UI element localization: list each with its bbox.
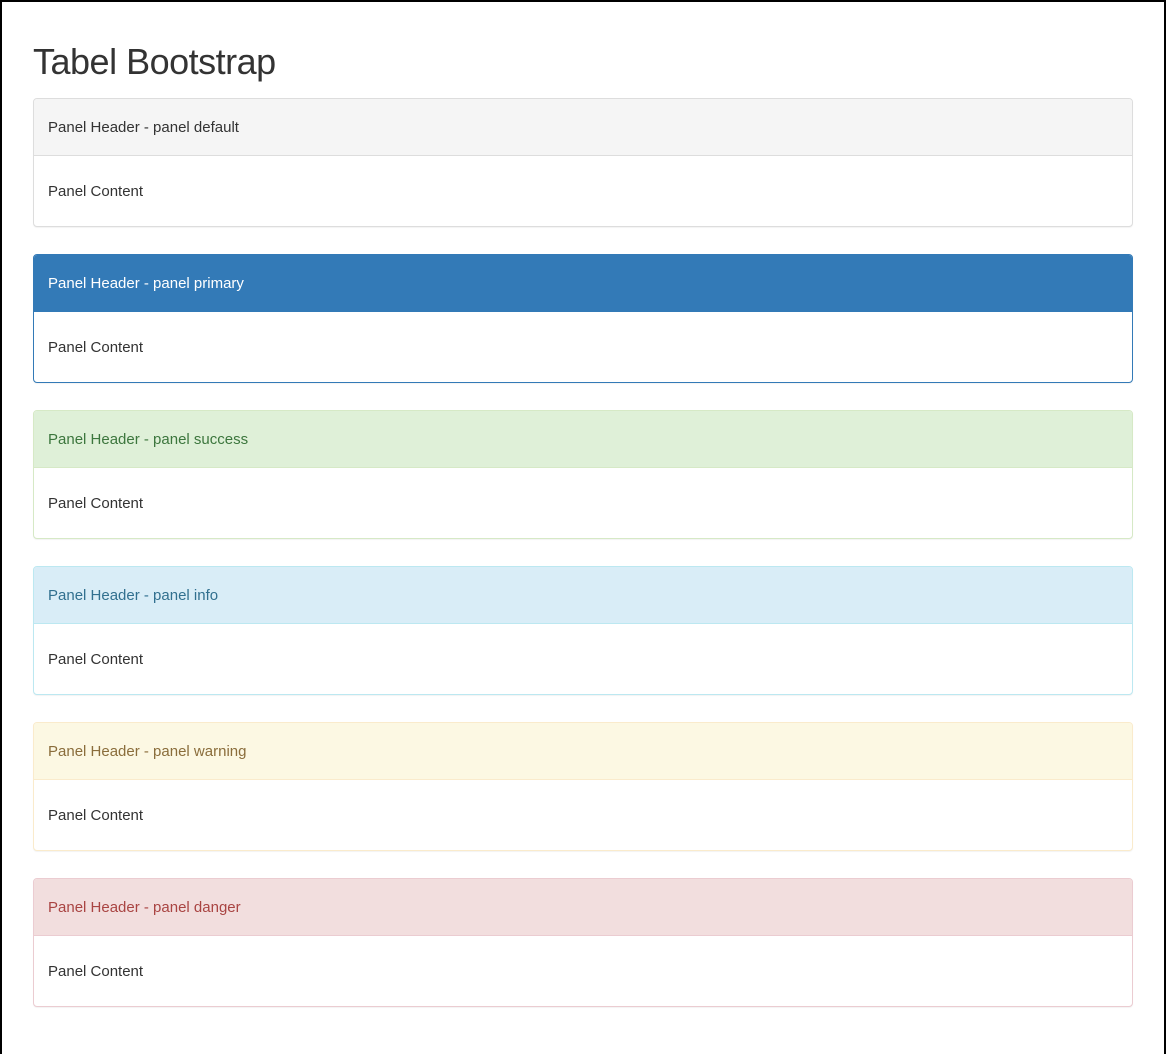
panel-danger: Panel Header - panel danger Panel Conten… [33,878,1133,1007]
panel-default-body: Panel Content [48,182,144,200]
panel-danger-heading: Panel Header - panel danger [34,879,1132,936]
panel-warning: Panel Header - panel warning Panel Conte… [33,722,1133,851]
panel-default: Panel Header - panel default Panel Conte… [33,98,1133,227]
panel-danger-body: Panel Content [48,962,144,980]
panel-info-body: Panel Content [48,650,144,668]
panel-info-heading: Panel Header - panel info [34,567,1132,624]
panel-success-body: Panel Content [48,494,144,512]
panel-success-heading: Panel Header - panel success [34,411,1132,468]
panel-warning-heading: Panel Header - panel warning [34,723,1132,780]
panel-default-heading: Panel Header - panel default [34,99,1132,156]
panel-primary: Panel Header - panel primary Panel Conte… [33,254,1133,383]
page-title: Tabel Bootstrap [33,41,276,82]
panel-success: Panel Header - panel success Panel Conte… [33,410,1133,539]
panel-primary-body: Panel Content [48,338,144,356]
panel-warning-body: Panel Content [48,806,144,824]
panel-list: Panel Header - panel default Panel Conte… [33,98,1133,1034]
panel-primary-heading: Panel Header - panel primary [34,255,1132,312]
panel-info: Panel Header - panel info Panel Content [33,566,1133,695]
